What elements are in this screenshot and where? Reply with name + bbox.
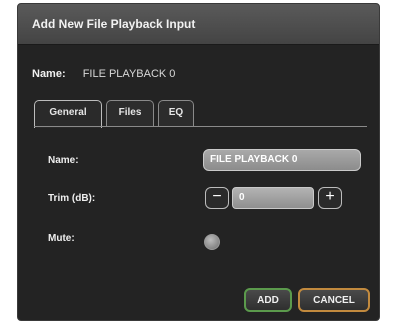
add-file-playback-dialog: Add New File Playback Input Name: FILE P… <box>17 3 380 321</box>
mute-toggle[interactable] <box>204 234 220 250</box>
dialog-titlebar[interactable]: Add New File Playback Input <box>18 4 379 45</box>
tab-general[interactable]: General <box>34 100 102 128</box>
name-input[interactable]: FILE PLAYBACK 0 <box>203 149 361 171</box>
tab-divider <box>34 126 367 127</box>
summary-name-value: FILE PLAYBACK 0 <box>82 68 176 80</box>
trim-field-label: Trim (dB): <box>48 193 96 204</box>
trim-decrement-button[interactable]: − <box>205 187 229 209</box>
dialog-title: Add New File Playback Input <box>32 17 196 31</box>
name-field-label: Name: <box>48 155 79 166</box>
add-button[interactable]: ADD <box>244 288 292 312</box>
trim-input[interactable]: 0 <box>232 187 314 209</box>
tab-eq[interactable]: EQ <box>158 100 194 126</box>
tab-files[interactable]: Files <box>106 100 154 126</box>
trim-increment-button[interactable]: + <box>318 187 342 209</box>
summary-name-label: Name: <box>32 68 66 80</box>
mute-field-label: Mute: <box>48 233 75 244</box>
input-name-summary: Name: FILE PLAYBACK 0 <box>32 68 175 80</box>
cancel-button[interactable]: CANCEL <box>298 288 370 312</box>
